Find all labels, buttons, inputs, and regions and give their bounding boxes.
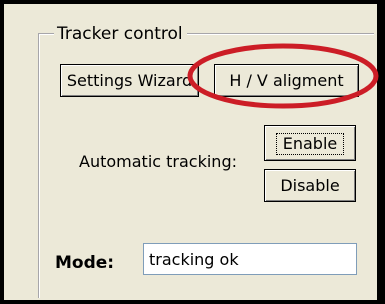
- hv-alignment-button[interactable]: H / V aligment: [214, 64, 359, 97]
- automatic-tracking-label: Automatic tracking:: [79, 152, 237, 171]
- enable-button[interactable]: Enable: [264, 125, 356, 161]
- settings-wizard-button[interactable]: Settings Wizard: [60, 64, 199, 97]
- disable-button[interactable]: Disable: [264, 169, 356, 202]
- mode-field[interactable]: [143, 243, 357, 275]
- groupbox-title: Tracker control: [54, 23, 187, 45]
- tracker-panel: Tracker control Settings Wizard H / V al…: [4, 4, 377, 300]
- enable-button-label: Enable: [275, 132, 345, 155]
- mode-label: Mode:: [55, 253, 115, 273]
